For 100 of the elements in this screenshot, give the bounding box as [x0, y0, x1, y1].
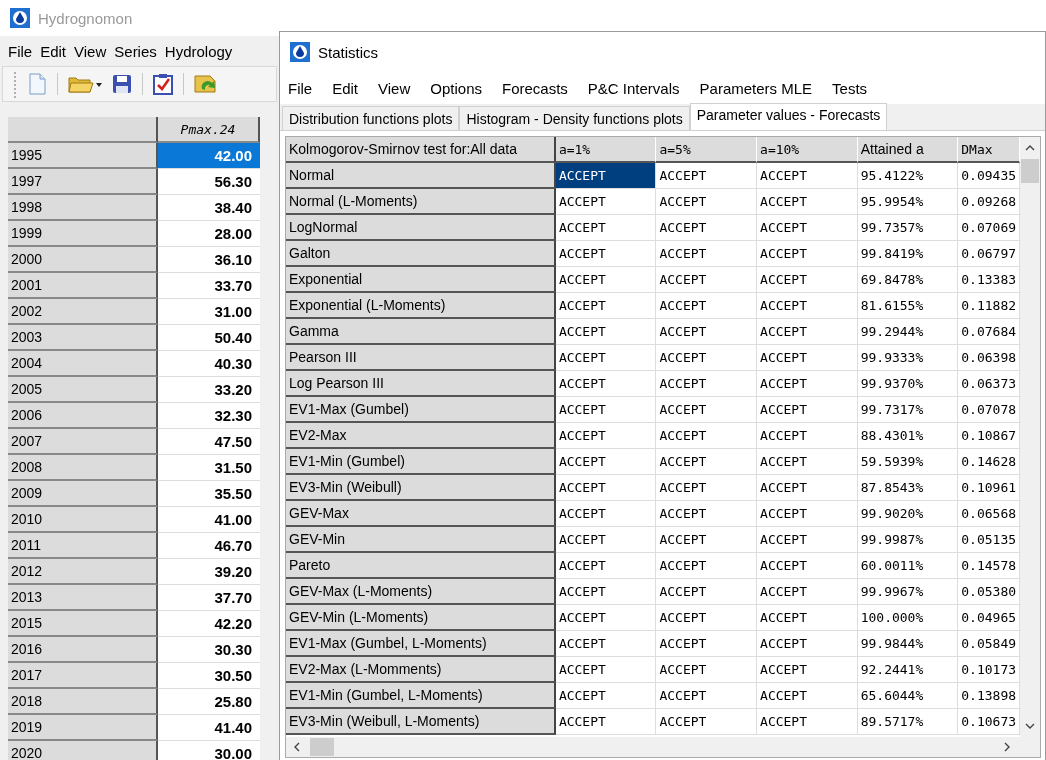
table-cell[interactable]: 99.7357%	[857, 215, 959, 241]
table-cell[interactable]: ACCEPT	[757, 553, 858, 579]
table-cell[interactable]: ACCEPT	[656, 215, 758, 241]
table-cell[interactable]: 89.5717%	[857, 709, 959, 735]
table-cell[interactable]: 100.000%	[857, 605, 959, 631]
table-cell[interactable]: 95.4122%	[857, 163, 959, 189]
table-cell[interactable]: ACCEPT	[757, 397, 858, 423]
table-cell[interactable]: ACCEPT	[656, 709, 758, 735]
menu-item[interactable]: Parameters MLE	[699, 79, 813, 97]
table-cell[interactable]: 35.50	[158, 481, 260, 507]
tab[interactable]: Parameter values - Forecasts	[689, 103, 888, 130]
table-cell[interactable]: 42.20	[158, 611, 260, 637]
scroll-down-icon[interactable]	[1025, 723, 1035, 729]
table-cell[interactable]: 32.30	[158, 403, 260, 429]
table-cell[interactable]: ACCEPT	[555, 501, 657, 527]
table-cell[interactable]: ACCEPT	[656, 267, 758, 293]
table-cell[interactable]: ACCEPT	[555, 423, 657, 449]
checklist-icon[interactable]	[153, 73, 173, 95]
table-cell[interactable]: ACCEPT	[656, 345, 758, 371]
table-cell[interactable]: ACCEPT	[757, 163, 858, 189]
table-cell[interactable]: ACCEPT	[757, 345, 858, 371]
table-cell[interactable]: 92.2441%	[857, 657, 959, 683]
menu-item[interactable]: Series	[114, 42, 157, 60]
menu-item[interactable]: Tests	[832, 79, 868, 97]
table-cell[interactable]: ACCEPT	[555, 475, 657, 501]
table-cell[interactable]: 99.2944%	[857, 319, 959, 345]
table-cell[interactable]: 41.40	[158, 715, 260, 741]
table-cell[interactable]: ACCEPT	[757, 293, 858, 319]
table-cell[interactable]: 37.70	[158, 585, 260, 611]
table-cell[interactable]: ACCEPT	[757, 527, 858, 553]
refresh-folder-icon[interactable]	[194, 73, 216, 95]
table-cell[interactable]: ACCEPT	[555, 449, 657, 475]
table-cell[interactable]: 99.9844%	[857, 631, 959, 657]
table-cell[interactable]: 60.0011%	[857, 553, 959, 579]
table-cell[interactable]: ACCEPT	[555, 683, 657, 709]
table-cell[interactable]: 40.30	[158, 351, 260, 377]
table-cell[interactable]: ACCEPT	[656, 501, 758, 527]
table-cell[interactable]: ACCEPT	[656, 605, 758, 631]
table-cell[interactable]: 46.70	[158, 533, 260, 559]
table-cell[interactable]: ACCEPT	[757, 215, 858, 241]
table-cell[interactable]: ACCEPT	[555, 709, 657, 735]
menu-item[interactable]: Edit	[332, 79, 359, 97]
table-cell[interactable]: ACCEPT	[656, 397, 758, 423]
table-cell[interactable]: 33.70	[158, 273, 260, 299]
table-cell[interactable]: 28.00	[158, 221, 260, 247]
table-cell[interactable]: ACCEPT	[555, 527, 657, 553]
table-cell[interactable]: 39.20	[158, 559, 260, 585]
tab[interactable]: Distribution functions plots	[282, 106, 460, 130]
table-cell[interactable]: ACCEPT	[555, 397, 657, 423]
table-cell[interactable]: ACCEPT	[757, 449, 858, 475]
table-cell[interactable]: ACCEPT	[555, 241, 657, 267]
table-cell[interactable]: ACCEPT	[555, 553, 657, 579]
table-cell[interactable]: ACCEPT	[656, 371, 758, 397]
table-cell[interactable]: ACCEPT	[757, 501, 858, 527]
menu-item[interactable]: View	[74, 42, 107, 60]
table-cell[interactable]: 42.00	[158, 143, 260, 169]
table-cell[interactable]: ACCEPT	[757, 605, 858, 631]
table-cell[interactable]: 50.40	[158, 325, 260, 351]
scroll-thumb[interactable]	[1021, 159, 1039, 183]
menu-item[interactable]: Forecasts	[502, 79, 568, 97]
table-cell[interactable]: 30.30	[158, 637, 260, 663]
table-cell[interactable]: 99.9987%	[857, 527, 959, 553]
table-cell[interactable]: ACCEPT	[656, 657, 758, 683]
table-cell[interactable]: ACCEPT	[656, 553, 758, 579]
table-cell[interactable]: 36.10	[158, 247, 260, 273]
table-cell[interactable]: ACCEPT	[757, 189, 858, 215]
table-cell[interactable]: ACCEPT	[757, 657, 858, 683]
table-cell[interactable]: ACCEPT	[757, 631, 858, 657]
table-cell[interactable]: 47.50	[158, 429, 260, 455]
table-cell[interactable]: ACCEPT	[555, 579, 657, 605]
menu-item[interactable]: Edit	[40, 42, 67, 60]
table-cell[interactable]: 59.5939%	[857, 449, 959, 475]
table-cell[interactable]: ACCEPT	[656, 163, 758, 189]
table-cell[interactable]: 99.9020%	[857, 501, 959, 527]
table-cell[interactable]: ACCEPT	[656, 475, 758, 501]
vertical-scrollbar[interactable]	[1020, 137, 1040, 737]
scroll-right-icon[interactable]	[1004, 742, 1010, 752]
table-cell[interactable]: 99.8419%	[857, 241, 959, 267]
table-cell[interactable]: 99.9370%	[857, 371, 959, 397]
table-cell[interactable]: ACCEPT	[555, 371, 657, 397]
table-cell[interactable]: ACCEPT	[656, 423, 758, 449]
table-cell[interactable]: 87.8543%	[857, 475, 959, 501]
table-cell[interactable]: 31.00	[158, 299, 260, 325]
table-cell[interactable]: ACCEPT	[555, 657, 657, 683]
table-cell[interactable]: ACCEPT	[656, 319, 758, 345]
scroll-up-icon[interactable]	[1025, 145, 1035, 151]
menu-item[interactable]: Options	[430, 79, 482, 97]
table-cell[interactable]: ACCEPT	[555, 215, 657, 241]
table-cell[interactable]: 69.8478%	[857, 267, 959, 293]
table-cell[interactable]: ACCEPT	[757, 267, 858, 293]
table-cell[interactable]: ACCEPT	[555, 189, 657, 215]
table-cell[interactable]: 95.9954%	[857, 189, 959, 215]
table-cell[interactable]: 88.4301%	[857, 423, 959, 449]
table-cell[interactable]: ACCEPT	[555, 631, 657, 657]
table-cell[interactable]: 81.6155%	[857, 293, 959, 319]
table-cell[interactable]: 99.7317%	[857, 397, 959, 423]
table-cell[interactable]: 30.00	[158, 741, 260, 760]
menu-item[interactable]: View	[378, 79, 411, 97]
table-cell[interactable]: 56.30	[158, 169, 260, 195]
menu-item[interactable]: P&C Intervals	[587, 79, 680, 97]
